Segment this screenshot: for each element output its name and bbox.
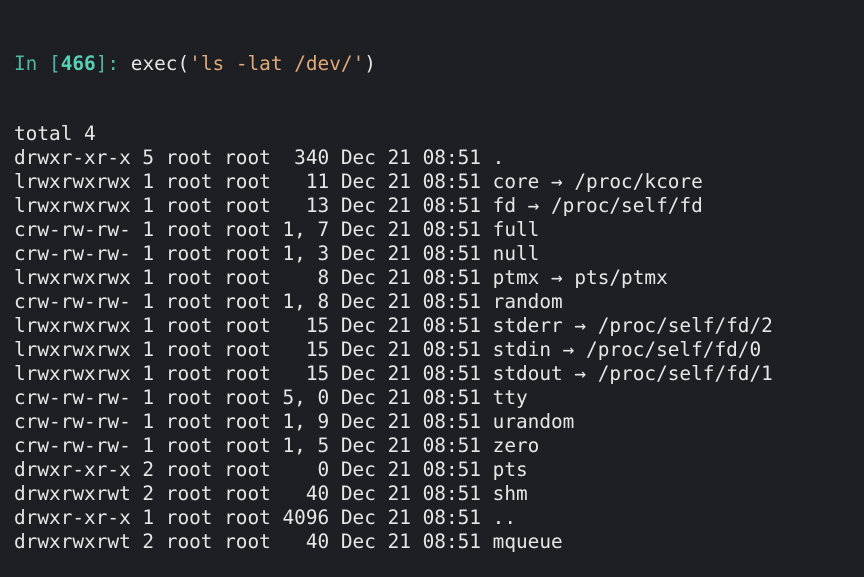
output-line: crw-rw-rw- 1 root root 1, 5 Dec 21 08:51… xyxy=(14,434,540,457)
output-line: drwxr-xr-x 2 root root 0 Dec 21 08:51 pt… xyxy=(14,458,528,481)
output-line: drwxr-xr-x 5 root root 340 Dec 21 08:51 … xyxy=(14,146,505,169)
output-line: lrwxrwxrwx 1 root root 15 Dec 21 08:51 s… xyxy=(14,362,773,385)
prompt-close: ]: xyxy=(95,52,131,75)
output-line: lrwxrwxrwx 1 root root 8 Dec 21 08:51 pt… xyxy=(14,266,668,289)
output-line: crw-rw-rw- 1 root root 1, 8 Dec 21 08:51… xyxy=(14,290,563,313)
output-line: lrwxrwxrwx 1 root root 15 Dec 21 08:51 s… xyxy=(14,338,762,361)
output-line: lrwxrwxrwx 1 root root 15 Dec 21 08:51 s… xyxy=(14,314,773,337)
code-string: 'ls -lat /dev/' xyxy=(189,52,365,75)
prompt-cell-number: 466 xyxy=(60,52,96,75)
output-line: crw-rw-rw- 1 root root 5, 0 Dec 21 08:51… xyxy=(14,386,528,409)
output-line: drwxrwxrwt 2 root root 40 Dec 21 08:51 m… xyxy=(14,530,563,553)
input-prompt-line[interactable]: In [466]: exec('ls -lat /dev/') xyxy=(14,52,864,76)
code-suffix: ) xyxy=(364,52,376,75)
prompt-in-label: In [ xyxy=(14,52,61,75)
output-line: crw-rw-rw- 1 root root 1, 3 Dec 21 08:51… xyxy=(14,242,540,265)
output-total-line: total 4 xyxy=(14,122,96,145)
command-output: total 4 drwxr-xr-x 5 root root 340 Dec 21… xyxy=(14,122,864,554)
output-line: drwxr-xr-x 1 root root 4096 Dec 21 08:51… xyxy=(14,506,516,529)
output-line: crw-rw-rw- 1 root root 1, 7 Dec 21 08:51… xyxy=(14,218,540,241)
output-line: crw-rw-rw- 1 root root 1, 9 Dec 21 08:51… xyxy=(14,410,575,433)
output-line: lrwxrwxrwx 1 root root 13 Dec 21 08:51 f… xyxy=(14,194,703,217)
code-call: exec( xyxy=(130,52,190,75)
output-line: lrwxrwxrwx 1 root root 11 Dec 21 08:51 c… xyxy=(14,170,703,193)
output-line: drwxrwxrwt 2 root root 40 Dec 21 08:51 s… xyxy=(14,482,528,505)
terminal-output: In [466]: exec('ls -lat /dev/') total 4d… xyxy=(0,0,864,553)
